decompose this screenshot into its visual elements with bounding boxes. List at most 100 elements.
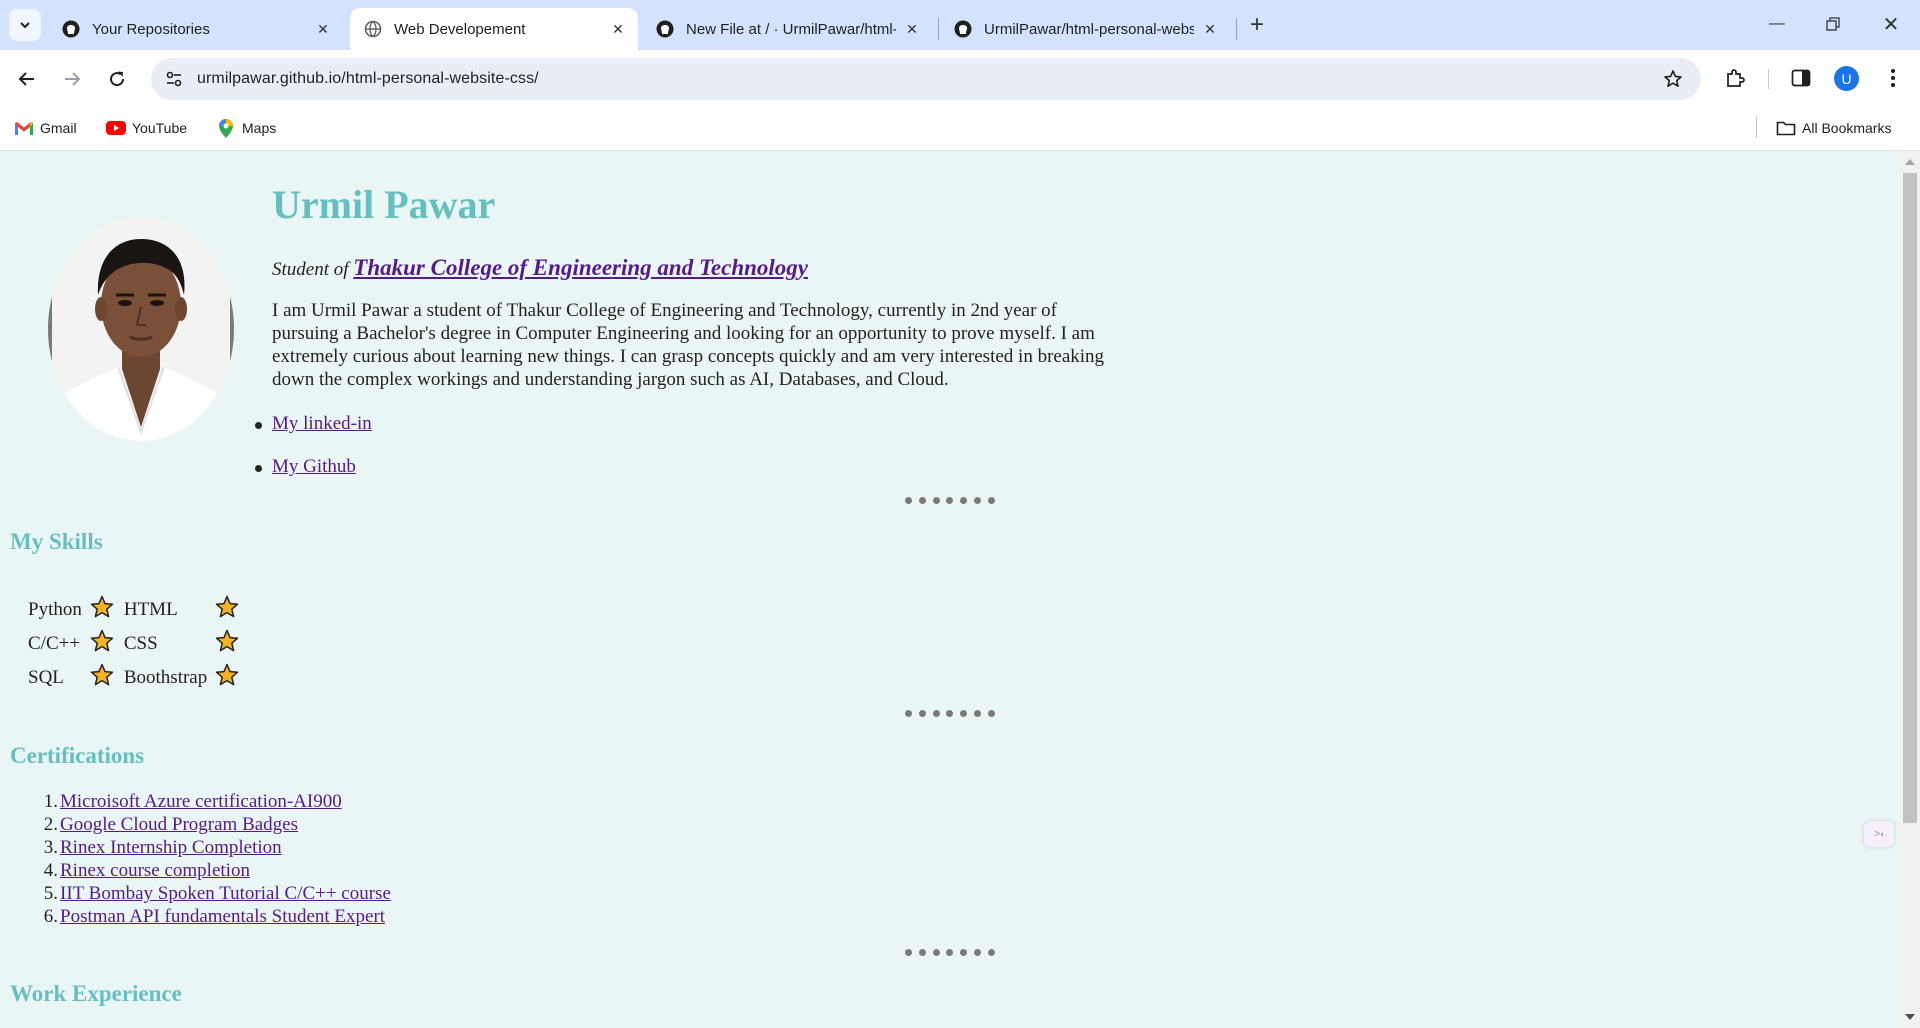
tab-new-file[interactable]: New File at / · UrmilPawar/html-personal… bbox=[642, 8, 932, 50]
table-row: Python HTML bbox=[26, 595, 243, 625]
close-icon[interactable]: ✕ bbox=[608, 19, 628, 39]
dotted-divider bbox=[905, 497, 995, 505]
skill-name: Boothstrap bbox=[123, 667, 208, 688]
restore-icon bbox=[1826, 17, 1840, 31]
all-bookmarks-button[interactable]: All Bookmarks bbox=[1776, 117, 1891, 139]
skills-heading: My Skills bbox=[10, 529, 103, 554]
star-icon bbox=[88, 663, 118, 693]
forward-button[interactable] bbox=[55, 62, 89, 96]
profile-photo bbox=[48, 217, 234, 441]
list-number: 5. bbox=[43, 883, 58, 904]
close-icon: ✕ bbox=[1882, 13, 1900, 36]
certification-link[interactable]: Google Cloud Program Badges bbox=[60, 814, 298, 835]
college-link[interactable]: Thakur College of Engineering and Techno… bbox=[353, 255, 808, 280]
skill-name: CSS bbox=[123, 633, 158, 654]
plus-icon: + bbox=[1249, 11, 1264, 38]
list-item: 5. IIT Bombay Spoken Tutorial C/C++ cours… bbox=[44, 883, 391, 906]
list-number: 2. bbox=[43, 814, 58, 835]
bookmark-label: Maps bbox=[242, 120, 277, 136]
certification-link[interactable]: Rinex Internship Completion bbox=[60, 837, 282, 858]
bookmark-gmail[interactable]: Gmail bbox=[14, 117, 77, 139]
bookmarks-divider bbox=[1756, 116, 1757, 138]
list-item: 6. Postman API fundamentals Student Exper… bbox=[44, 906, 391, 929]
close-icon[interactable]: ✕ bbox=[313, 19, 333, 39]
browser-toolbar: urmilpawar.github.io/html-personal-websi… bbox=[0, 50, 1920, 107]
bookmark-maps[interactable]: Maps bbox=[216, 117, 276, 139]
site-info-icon[interactable] bbox=[163, 68, 185, 90]
scroll-down-arrow-icon[interactable] bbox=[1905, 1014, 1915, 1020]
list-number: 6. bbox=[43, 906, 58, 927]
certification-link[interactable]: Postman API fundamentals Student Expert bbox=[60, 906, 385, 927]
extensions-button[interactable] bbox=[1720, 63, 1750, 93]
dotted-divider bbox=[905, 949, 995, 957]
dotted-divider bbox=[905, 710, 995, 718]
scroll-up-arrow-icon[interactable] bbox=[1905, 159, 1915, 165]
tab-title: Your Repositories bbox=[92, 20, 210, 38]
forward-arrow-icon bbox=[65, 72, 81, 86]
tab-strip: Your Repositories ✕ Web Developement ✕ N… bbox=[0, 0, 1920, 50]
minimize-button[interactable]: — bbox=[1754, 8, 1800, 40]
list-item: 3. Rinex Internship Completion bbox=[44, 837, 391, 860]
skill-name: C/C++ bbox=[28, 633, 81, 654]
profile-avatar[interactable]: U bbox=[1834, 66, 1859, 91]
reload-button[interactable] bbox=[100, 62, 134, 96]
subtitle: Student of Thakur College of Engineering… bbox=[272, 255, 808, 281]
list-number: 1. bbox=[43, 791, 58, 812]
restore-button[interactable] bbox=[1810, 8, 1856, 40]
list-number: 4. bbox=[43, 860, 58, 881]
youtube-icon bbox=[106, 119, 126, 137]
globe-icon bbox=[364, 20, 382, 38]
address-bar[interactable]: urmilpawar.github.io/html-personal-websi… bbox=[151, 58, 1701, 100]
bio-paragraph: I am Urmil Pawar a student of Thakur Col… bbox=[272, 300, 1105, 390]
url-text[interactable]: urmilpawar.github.io/html-personal-websi… bbox=[197, 70, 539, 88]
tab-repo[interactable]: UrmilPawar/html-personal-website-css ✕ bbox=[940, 8, 1230, 50]
side-panel-icon bbox=[1791, 69, 1811, 87]
tab-divider bbox=[1236, 18, 1237, 40]
page-title: Urmil Pawar bbox=[272, 182, 496, 227]
close-icon[interactable]: ✕ bbox=[902, 19, 922, 39]
table-row: SQL Boothstrap bbox=[26, 663, 243, 693]
close-window-button[interactable]: ✕ bbox=[1868, 8, 1914, 40]
extension-widget-icon[interactable]: >‹ bbox=[1864, 821, 1894, 847]
folder-icon bbox=[1776, 119, 1796, 137]
gmail-icon bbox=[14, 119, 34, 137]
list-number: 3. bbox=[43, 837, 58, 858]
all-bookmarks-label: All Bookmarks bbox=[1802, 120, 1892, 136]
certification-link[interactable]: IIT Bombay Spoken Tutorial C/C++ course bbox=[60, 883, 391, 904]
reload-icon bbox=[110, 71, 125, 87]
tab-divider bbox=[938, 18, 939, 40]
bookmark-label: Gmail bbox=[40, 120, 77, 136]
list-item: 2. Google Cloud Program Badges bbox=[44, 814, 391, 837]
list-item: My Github bbox=[255, 456, 372, 499]
tab-web-developement[interactable]: Web Developement ✕ bbox=[350, 8, 638, 50]
list-item: 1. Microisoft Azure certification-AI900 bbox=[44, 791, 391, 814]
bookmarks-bar: Gmail YouTube Maps All Bookmarks bbox=[0, 107, 1920, 151]
star-icon bbox=[88, 629, 118, 659]
certifications-list: 1. Microisoft Azure certification-AI900 2… bbox=[44, 791, 391, 929]
side-panel-button[interactable] bbox=[1786, 63, 1816, 93]
page-scrollbar[interactable] bbox=[1900, 151, 1920, 1028]
tab-your-repositories[interactable]: Your Repositories ✕ bbox=[48, 8, 343, 50]
close-icon[interactable]: ✕ bbox=[1200, 19, 1220, 39]
linkedin-link[interactable]: My linked-in bbox=[272, 413, 372, 434]
certifications-heading: Certifications bbox=[10, 743, 145, 768]
bookmark-star-icon[interactable] bbox=[1661, 67, 1685, 91]
star-icon bbox=[213, 595, 243, 625]
tab-search-button[interactable] bbox=[9, 9, 41, 41]
certification-link[interactable]: Rinex course completion bbox=[60, 860, 250, 881]
star-icon bbox=[213, 663, 243, 693]
menu-button[interactable] bbox=[1878, 63, 1908, 93]
github-link[interactable]: My Github bbox=[272, 456, 356, 477]
kebab-menu-icon bbox=[1891, 69, 1895, 87]
tab-title: New File at / · UrmilPawar/html-personal… bbox=[686, 20, 896, 38]
tab-title: Web Developement bbox=[394, 20, 526, 38]
new-tab-button[interactable]: + bbox=[1244, 11, 1270, 38]
back-button[interactable] bbox=[10, 62, 44, 96]
chevron-down-icon bbox=[20, 22, 30, 29]
skill-name: Python bbox=[28, 599, 82, 620]
scroll-thumb[interactable] bbox=[1903, 173, 1917, 823]
bookmark-youtube[interactable]: YouTube bbox=[106, 117, 187, 139]
work-experience-heading: Work Experience bbox=[10, 981, 182, 1006]
certification-link[interactable]: Microisoft Azure certification-AI900 bbox=[60, 791, 342, 812]
github-icon bbox=[62, 20, 80, 38]
